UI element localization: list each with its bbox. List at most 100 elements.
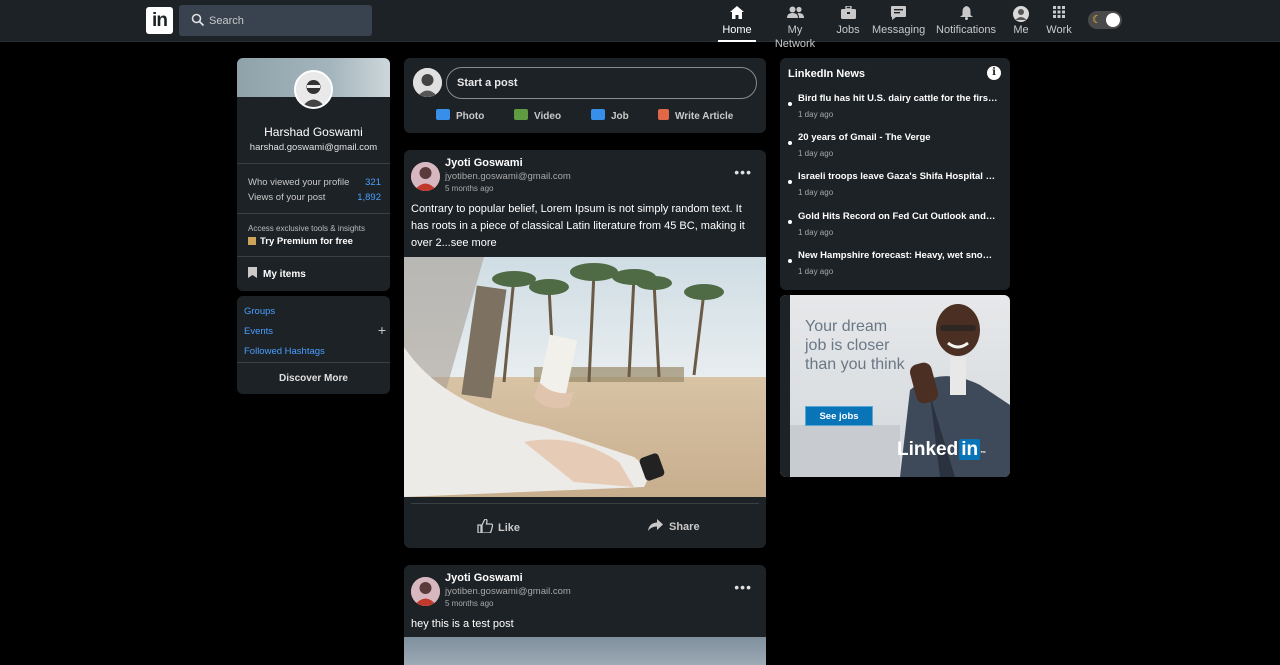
profile-card: Harshad Goswami harshad.goswami@gmail.co… — [237, 58, 390, 291]
post-timestamp: 5 months ago — [445, 184, 494, 193]
wordmark-in: in — [959, 439, 981, 460]
premium-icon — [248, 237, 256, 245]
share-label: Share — [669, 521, 700, 533]
stat-value: 1,892 — [357, 192, 381, 203]
composer-avatar — [413, 68, 442, 97]
nav-my-network[interactable]: My Network — [766, 0, 824, 50]
linkedin-wordmark: Linked in ™ — [897, 439, 986, 461]
job-icon — [591, 109, 605, 120]
divider — [237, 362, 390, 363]
post-author-email: jyotiben.goswami@gmail.com — [445, 586, 571, 597]
divider — [237, 163, 390, 164]
discover-more-button[interactable]: Discover More — [237, 373, 390, 384]
stat-profile-views[interactable]: Who viewed your profile 321 — [248, 177, 381, 188]
feed-post: Jyoti Goswami jyotiben.goswami@gmail.com… — [404, 565, 766, 665]
post-author-avatar[interactable] — [411, 577, 440, 606]
stat-post-views[interactable]: Views of your post 1,892 — [248, 192, 381, 203]
search-icon — [191, 13, 205, 27]
bullet-icon — [788, 259, 792, 263]
share-icon — [648, 519, 663, 531]
article-icon — [658, 109, 669, 120]
post-image[interactable] — [404, 637, 766, 665]
network-icon — [766, 0, 824, 23]
wordmark-tm: ™ — [980, 451, 987, 457]
photo-icon — [436, 109, 450, 120]
toggle-knob — [1106, 13, 1120, 27]
search-box[interactable] — [179, 5, 372, 36]
news-time: 1 day ago — [798, 267, 834, 276]
nav-home[interactable]: Home — [718, 0, 756, 42]
groups-link[interactable]: Groups — [244, 306, 275, 317]
news-time: 1 day ago — [798, 228, 834, 237]
post-more-icon[interactable]: ••• — [734, 164, 752, 180]
nav-me[interactable]: Me — [1008, 0, 1034, 42]
followed-hashtags-link[interactable]: Followed Hashtags — [244, 346, 325, 357]
premium-subtitle: Access exclusive tools & insights — [248, 224, 365, 233]
job-label: Job — [611, 111, 629, 122]
share-button[interactable]: Share — [648, 519, 700, 533]
nav-label: My Network — [774, 24, 816, 50]
news-time: 1 day ago — [798, 149, 834, 158]
post-author-name[interactable]: Jyoti Goswami — [445, 572, 523, 584]
stat-label: Who viewed your profile — [248, 177, 350, 188]
news-title: LinkedIn News — [788, 68, 866, 80]
moon-icon: ☾ — [1092, 14, 1102, 26]
wordmark-text: Linked — [897, 439, 959, 460]
photo-button[interactable]: Photo — [436, 109, 484, 122]
briefcase-icon — [834, 0, 862, 23]
news-headline: Bird flu has hit U.S. dairy cattle for t… — [798, 93, 998, 104]
see-jobs-button[interactable]: See jobs — [805, 406, 873, 426]
bullet-icon — [788, 102, 792, 106]
profile-email: harshad.goswami@gmail.com — [249, 142, 378, 153]
news-headline: 20 years of Gmail - The Verge — [798, 132, 931, 143]
bullet-icon — [788, 141, 792, 145]
events-link[interactable]: Events — [244, 326, 273, 337]
divider — [237, 213, 390, 214]
nav-work[interactable]: Work — [1044, 0, 1074, 42]
nav-label: Notifications — [936, 24, 996, 36]
post-image[interactable] — [404, 257, 766, 497]
profile-avatar[interactable] — [294, 70, 333, 109]
post-text[interactable]: hey this is a test post — [411, 616, 759, 633]
nav-jobs[interactable]: Jobs — [834, 0, 862, 42]
post-author-avatar[interactable] — [411, 162, 440, 191]
job-ad-banner[interactable]: Your dream job is closer than you think … — [780, 295, 1010, 477]
nav-messaging[interactable]: Messaging — [872, 0, 926, 42]
grid-icon — [1044, 0, 1074, 23]
post-more-icon[interactable]: ••• — [734, 579, 752, 595]
bullet-icon — [788, 220, 792, 224]
post-author-name[interactable]: Jyoti Goswami — [445, 157, 523, 169]
start-post-input[interactable]: Start a post — [446, 67, 757, 99]
job-button[interactable]: Job — [591, 109, 629, 122]
my-items-link[interactable]: My items — [248, 267, 306, 280]
info-icon[interactable]: i — [987, 66, 1001, 80]
photo-label: Photo — [456, 111, 485, 122]
search-input[interactable] — [209, 5, 364, 36]
like-label: Like — [498, 522, 521, 534]
top-navbar: in Home My Network Jobs Messaging Notifi… — [0, 0, 1280, 50]
stat-label: Views of your post — [248, 192, 326, 203]
write-article-label: Write Article — [675, 111, 734, 122]
post-text[interactable]: Contrary to popular belief, Lorem Ipsum … — [411, 201, 759, 252]
divider — [237, 256, 390, 257]
premium-label: Try Premium for free — [260, 236, 353, 247]
write-article-button[interactable]: Write Article — [658, 109, 733, 122]
try-premium-link[interactable]: Try Premium for free — [248, 236, 353, 247]
add-event-icon[interactable]: + — [378, 322, 386, 338]
stat-value: 321 — [365, 177, 381, 188]
feed-post: Jyoti Goswami jyotiben.goswami@gmail.com… — [404, 150, 766, 548]
nav-notifications[interactable]: Notifications — [936, 0, 996, 42]
nav-label: Me — [1013, 24, 1029, 36]
nav-label: Messaging — [872, 24, 926, 36]
linkedin-logo[interactable]: in — [146, 7, 173, 34]
video-label: Video — [534, 111, 562, 122]
video-button[interactable]: Video — [514, 109, 561, 122]
profile-name[interactable]: Harshad Goswami — [237, 125, 390, 139]
news-headline: Israeli troops leave Gaza's Shifa Hospit… — [798, 171, 998, 182]
theme-toggle[interactable]: ☾ — [1088, 11, 1122, 29]
nav-label: Jobs — [836, 24, 860, 36]
like-button[interactable]: Like — [477, 518, 521, 534]
composer-card: Start a post Photo Video Job Write Artic… — [404, 58, 766, 133]
like-icon — [477, 518, 494, 534]
news-time: 1 day ago — [798, 110, 834, 119]
